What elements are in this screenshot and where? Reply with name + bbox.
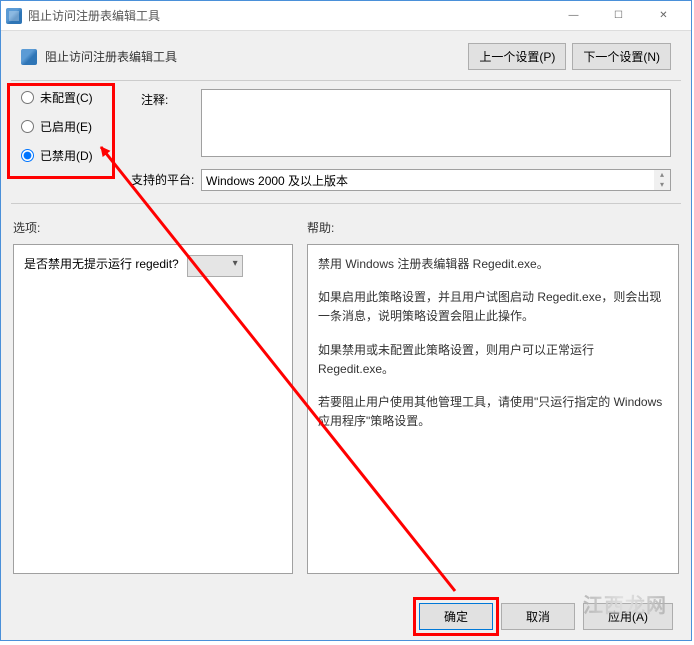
platform-text: Windows 2000 及以上版本 — [206, 174, 348, 188]
policy-icon — [21, 49, 37, 65]
comment-input[interactable] — [201, 89, 671, 157]
help-panel: 禁用 Windows 注册表编辑器 Regedit.exe。 如果启用此策略设置… — [307, 244, 679, 574]
radio-not-configured-label: 未配置(C) — [40, 89, 93, 106]
cancel-button[interactable]: 取消 — [501, 603, 575, 630]
radio-disabled-input[interactable] — [21, 149, 34, 162]
radio-enabled-label: 已启用(E) — [40, 118, 92, 135]
page-title: 阻止访问注册表编辑工具 — [45, 48, 462, 65]
radio-disabled-label: 已禁用(D) — [40, 147, 93, 164]
help-text: 若要阻止用户使用其他管理工具，请使用"只运行指定的 Windows 应用程序"策… — [318, 393, 668, 431]
radio-not-configured[interactable]: 未配置(C) — [21, 89, 141, 106]
radio-not-configured-input[interactable] — [21, 91, 34, 104]
watermark: 江西龙网 — [583, 589, 667, 618]
help-text: 禁用 Windows 注册表编辑器 Regedit.exe。 — [318, 255, 668, 274]
radio-disabled[interactable]: 已禁用(D) — [21, 147, 141, 164]
comment-label: 注释: — [141, 89, 201, 157]
platform-box: Windows 2000 及以上版本 ▴▾ — [201, 169, 671, 191]
platform-label: 支持的平台: — [131, 169, 201, 191]
options-panel: 是否禁用无提示运行 regedit? — [13, 244, 293, 574]
config-state-radios: 未配置(C) 已启用(E) 已禁用(D) — [21, 89, 141, 203]
help-text: 如果禁用或未配置此策略设置，则用户可以正常运行 Regedit.exe。 — [318, 341, 668, 379]
titlebar: 阻止访问注册表编辑工具 — ☐ ✕ — [1, 1, 691, 31]
close-button[interactable]: ✕ — [641, 1, 686, 31]
silent-regedit-dropdown[interactable] — [187, 255, 243, 277]
ok-button[interactable]: 确定 — [419, 603, 493, 630]
help-text: 如果启用此策略设置，并且用户试图启动 Regedit.exe，则会出现一条消息，… — [318, 288, 668, 326]
minimize-button[interactable]: — — [551, 1, 596, 31]
maximize-button[interactable]: ☐ — [596, 1, 641, 31]
prev-setting-button[interactable]: 上一个设置(P) — [468, 43, 566, 70]
app-icon — [6, 8, 22, 24]
next-setting-button[interactable]: 下一个设置(N) — [572, 43, 671, 70]
radio-enabled-input[interactable] — [21, 120, 34, 133]
silent-regedit-label: 是否禁用无提示运行 regedit? — [24, 255, 179, 272]
window-title: 阻止访问注册表编辑工具 — [28, 7, 551, 24]
options-label: 选项: — [13, 219, 293, 236]
help-label: 帮助: — [307, 219, 679, 236]
radio-enabled[interactable]: 已启用(E) — [21, 118, 141, 135]
